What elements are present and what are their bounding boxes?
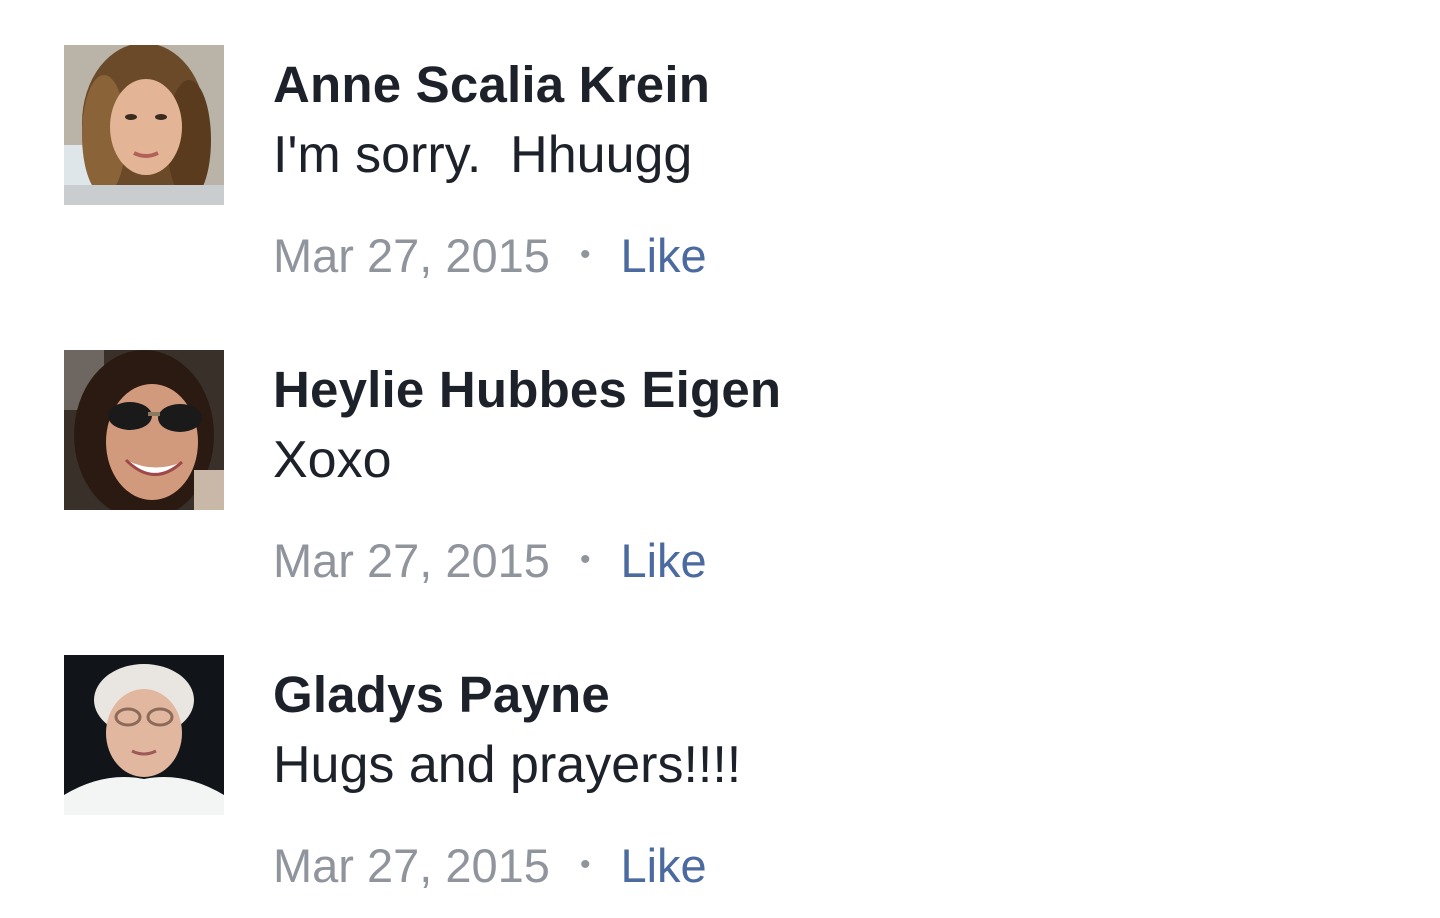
comment-date[interactable]: Mar 27, 2015 bbox=[273, 534, 550, 587]
comment-text: Xoxo bbox=[273, 431, 392, 489]
like-button[interactable]: Like bbox=[620, 839, 706, 892]
separator-dot-icon: • bbox=[579, 848, 591, 881]
comment-text: I'm sorry. Hhuugg bbox=[273, 126, 693, 184]
comment-item: Heylie Hubbes Eigen Xoxo Mar 27, 2015 • Li… bbox=[64, 350, 1384, 610]
profile-photo-icon bbox=[64, 655, 224, 815]
like-button[interactable]: Like bbox=[620, 229, 706, 282]
avatar[interactable] bbox=[64, 350, 224, 510]
comment-item: Gladys Payne Hugs and prayers!!!! Mar 27… bbox=[64, 655, 1384, 915]
profile-photo-icon bbox=[64, 350, 224, 510]
separator-dot-icon: • bbox=[579, 238, 591, 271]
comment-item: Anne Scalia Krein I'm sorry. Hhuugg Mar … bbox=[64, 45, 1384, 305]
comment-meta: Mar 27, 2015 • Like bbox=[273, 532, 707, 589]
comment-meta: Mar 27, 2015 • Like bbox=[273, 837, 707, 894]
profile-photo-icon bbox=[64, 45, 224, 205]
comment-date[interactable]: Mar 27, 2015 bbox=[273, 839, 550, 892]
comment-list: Anne Scalia Krein I'm sorry. Hhuugg Mar … bbox=[0, 0, 1440, 918]
comment-date[interactable]: Mar 27, 2015 bbox=[273, 229, 550, 282]
comment-author[interactable]: Anne Scalia Krein bbox=[273, 57, 710, 113]
comment-author[interactable]: Heylie Hubbes Eigen bbox=[273, 362, 781, 418]
avatar[interactable] bbox=[64, 45, 224, 205]
separator-dot-icon: • bbox=[579, 543, 591, 576]
comment-text: Hugs and prayers!!!! bbox=[273, 736, 742, 794]
avatar[interactable] bbox=[64, 655, 224, 815]
comment-meta: Mar 27, 2015 • Like bbox=[273, 227, 707, 284]
like-button[interactable]: Like bbox=[620, 534, 706, 587]
comment-author[interactable]: Gladys Payne bbox=[273, 667, 610, 723]
